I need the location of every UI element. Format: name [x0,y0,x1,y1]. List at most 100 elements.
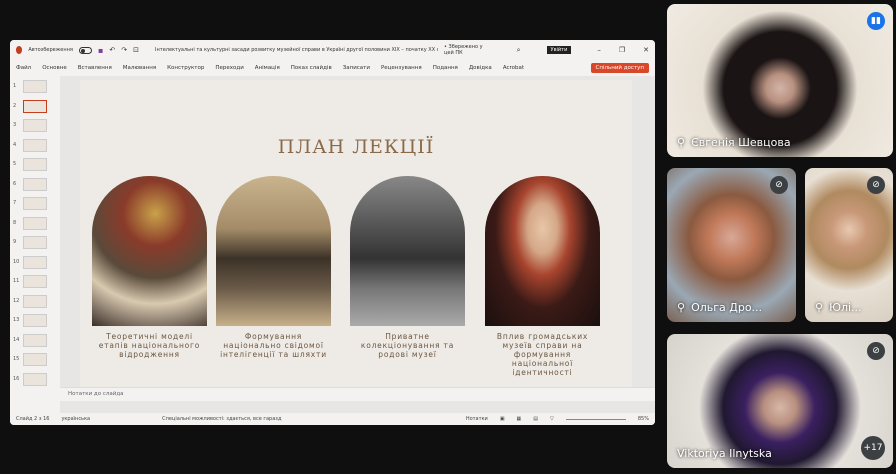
slideshow-icon[interactable]: ▽ [550,416,554,422]
saved-status[interactable]: • Збережено у цей ПК [444,44,491,56]
slide-card: Теоретичні моделі етапів національного в… [92,176,207,359]
save-icon[interactable]: ▪ [98,46,103,55]
slide-thumbnail[interactable] [23,158,47,171]
thumbnail-number: 2 [13,102,17,109]
slide-title: ПЛАН ЛЕКЦІЇ [277,136,435,158]
group-photo-image [216,176,331,326]
thumbnail-number: 8 [13,219,17,226]
minimize-icon[interactable]: – [597,46,601,54]
thumbnail-number: 15 [13,356,20,362]
ribbon-tab[interactable]: Переходи [215,65,243,71]
sorter-view-icon[interactable]: ▦ [517,416,522,422]
video-tile[interactable]: ⊘ ⚲ Ольга Дро... [667,168,796,322]
card-caption: Вплив громадських музеїв справи на форму… [496,332,589,377]
ribbon-tab[interactable]: Довідка [469,65,492,71]
slide-thumbnail[interactable] [23,99,47,113]
thumbnail-number: 12 [13,297,20,304]
thumbnail-number: 7 [13,200,17,206]
slide-thumbnail[interactable] [23,314,47,327]
powerpoint-logo-icon [16,46,23,54]
restore-icon[interactable]: ❐ [619,46,625,54]
thumbnail-number: 1 [13,83,17,89]
participant-name: ⚲ Ольга Дро... [677,301,763,314]
thumbnail-number: 4 [13,141,17,148]
slide-thumbnail[interactable] [23,177,47,191]
slide-thumbnail[interactable] [23,255,47,269]
more-participants-button[interactable]: +17 [861,436,885,460]
slide-thumbnail[interactable] [23,138,47,152]
thumbnail-number: 10 [13,258,20,265]
slide-thumbnail[interactable] [23,353,47,366]
autosave-label: Автозбереження [28,47,73,53]
mic-off-icon: ⊘ [770,176,788,194]
pin-icon[interactable]: ⚲ [677,136,685,149]
slide-thumbnail[interactable] [23,294,47,308]
normal-view-icon[interactable]: ▣ [500,416,505,422]
slide-thumbnail[interactable] [23,275,47,288]
video-tile[interactable]: ⊘ Viktoriya Ilnytska +17 [667,334,893,468]
interior-photo-image [350,176,465,326]
close-icon[interactable]: ✕ [643,46,649,54]
autosave-toggle[interactable] [78,46,92,54]
slide-thumbnail[interactable] [23,333,47,347]
ribbon-tab[interactable]: Рецензування [381,65,422,71]
ribbon-tab[interactable]: Показ слайдів [291,65,332,71]
thumbnail-number: 16 [13,375,20,382]
slide-thumbnail[interactable] [23,236,47,249]
slide-thumbnail[interactable] [23,119,47,132]
card-caption: Теоретичні моделі етапів національного в… [98,332,201,359]
ribbon-tab[interactable]: Основне [42,65,67,71]
document-title: Інтелектуальні та культурні засади розви… [155,47,438,53]
language-status[interactable]: українська [61,416,90,422]
present-icon[interactable]: ⊡ [133,46,139,54]
powerpoint-window: Автозбереження ▪ ↶ ↷ ⊡ Інтелектуальні та… [10,40,655,425]
slide-counter: Слайд 2 з 16 [16,416,50,422]
ribbon-tab[interactable]: Acrobat [503,65,524,71]
slide-thumbnail[interactable] [23,372,47,386]
ribbon-tab[interactable]: Вставлення [78,65,112,71]
redo-icon[interactable]: ↷ [121,46,127,54]
ribbon-tab[interactable]: Конструктор [167,65,204,71]
ribbon-tab[interactable]: Подання [433,65,458,71]
ribbon-tab[interactable]: Анімація [255,65,280,71]
video-tile[interactable]: ⊘ ⚲ Юлі... [805,168,893,322]
slide-thumbnail[interactable] [23,197,47,210]
thumbnail-number: 13 [13,317,20,323]
notes-button[interactable]: Нотатки [466,416,488,422]
zoom-level[interactable]: 85% [638,416,649,422]
signin-button[interactable]: Увійти [546,46,572,54]
thumbnail-number: 9 [13,239,17,245]
undo-icon[interactable]: ↶ [109,46,115,54]
workspace: 1 2 3 4 5 6 7 8 9 10 11 12 13 14 15 16 ПЛАН ЛЕКЦІЇ Теор… [10,76,655,415]
mic-off-icon: ⊘ [867,342,885,360]
painting-image [92,176,207,326]
slide-thumbnail[interactable] [23,216,47,230]
slide-card: Формування національно свідомої інтеліге… [216,176,331,359]
slide-thumbnails[interactable]: 1 2 3 4 5 6 7 8 9 10 11 12 13 14 15 16 [10,76,60,415]
thumbnail-number: 11 [13,278,20,284]
slide-thumbnail[interactable] [23,80,47,93]
search-icon[interactable]: ⌕ [517,46,521,55]
ribbon-tab[interactable]: Записати [343,65,370,71]
pin-icon[interactable]: ⚲ [815,301,823,314]
ribbon-tabs: Файл Основне Вставлення Малювання Конструкто… [10,60,655,76]
thumbnail-number: 5 [13,161,17,167]
ribbon-tab[interactable]: Файл [16,65,31,71]
accessibility-status[interactable]: Спеціальні можливості: здається, все гар… [162,416,281,422]
share-button[interactable]: Спільний доступ [590,63,649,73]
participant-name: Viktoriya Ilnytska [677,447,772,460]
reading-view-icon[interactable]: ▤ [533,416,538,422]
slide-canvas[interactable]: ПЛАН ЛЕКЦІЇ Теоретичні моделі етапів нац… [80,80,632,390]
thumbnail-number: 3 [13,122,17,128]
zoom-slider[interactable] [565,418,626,420]
card-caption: Приватне колекціонування та родові музеї [360,332,455,359]
video-tile[interactable]: ▮▮ ⚲ Євгенія Шевцова [667,4,893,157]
card-caption: Формування національно свідомої інтеліге… [220,332,327,359]
ribbon-tab[interactable]: Малювання [123,65,156,71]
pin-icon[interactable]: ⚲ [677,301,685,314]
notes-field[interactable]: Нотатки до слайда [60,387,655,401]
speaking-indicator-icon: ▮▮ [867,12,885,30]
slide-card: Приватне колекціонування та родові музеї [350,176,465,359]
participant-name: ⚲ Юлі... [815,301,862,314]
thumbnail-number: 6 [13,180,17,187]
